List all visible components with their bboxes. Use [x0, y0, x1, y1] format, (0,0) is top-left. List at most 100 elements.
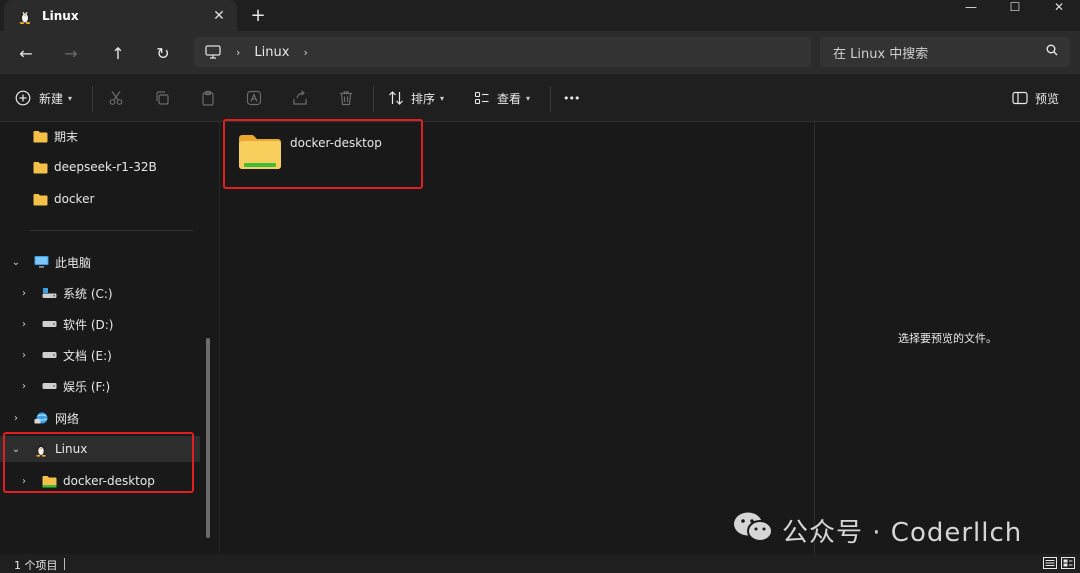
watermark: 公众号 · Coderllch [732, 510, 1022, 550]
preview-pane-icon [1011, 89, 1029, 107]
preview-pane: 选择要预览的文件。 [815, 122, 1080, 554]
back-button[interactable]: ← [12, 39, 40, 67]
preview-label: 预览 [1035, 91, 1060, 106]
new-button[interactable]: 新建 ▾ [14, 84, 72, 112]
chevron-right-icon[interactable]: › [17, 381, 31, 392]
chevron-right-icon[interactable]: › [17, 350, 31, 361]
sidebar-item-label: 系统 (C:) [63, 286, 113, 301]
sidebar-item-docker[interactable]: docker [0, 186, 200, 212]
drive-icon [41, 347, 57, 363]
folder-icon [32, 191, 48, 207]
share-button[interactable] [291, 84, 309, 112]
share-icon [291, 89, 309, 107]
sidebar-item-label: 娱乐 (F:) [63, 379, 111, 394]
chevron-right-icon[interactable]: › [17, 476, 31, 487]
chevron-down-icon[interactable]: ⌄ [9, 444, 23, 455]
sidebar-item-label: Linux [55, 442, 88, 456]
system-drive-icon [41, 285, 57, 301]
status-divider [64, 558, 65, 570]
sidebar-scrollbar[interactable] [206, 338, 210, 538]
plus-circle-icon [14, 89, 32, 107]
new-tab-button[interactable]: + [246, 3, 270, 27]
preview-pane-button[interactable]: 预览 [1011, 84, 1059, 112]
minimize-button[interactable]: — [956, 0, 986, 14]
tab-title: Linux [42, 8, 79, 23]
maximize-button[interactable]: ☐ [1000, 0, 1030, 14]
toolbar-divider [373, 86, 374, 112]
list-item[interactable]: docker-desktop [234, 128, 394, 184]
tab-linux[interactable]: Linux ✕ [4, 0, 237, 31]
wechat-icon [732, 510, 774, 551]
chevron-right-icon[interactable]: › [9, 413, 23, 424]
sidebar-item-network[interactable]: › 网络 [0, 405, 200, 431]
item-count: 1 个项目 [14, 559, 58, 572]
chevron-down-icon: ▾ [526, 93, 531, 103]
rename-icon [245, 89, 263, 107]
sidebar-item-label: 软件 (D:) [63, 317, 114, 332]
chevron-right-icon[interactable]: › [17, 288, 31, 299]
sidebar-item-label: deepseek-r1-32B [54, 160, 157, 174]
sidebar-item-label: 网络 [55, 411, 80, 426]
clipboard-icon [199, 89, 217, 107]
chevron-down-icon: ▾ [440, 93, 445, 103]
sort-icon [387, 89, 405, 107]
close-window-button[interactable]: ✕ [1044, 0, 1074, 14]
new-label: 新建 [39, 91, 64, 106]
cut-button[interactable] [107, 84, 125, 112]
drive-icon [41, 316, 57, 332]
folder-icon [32, 159, 48, 175]
chevron-right-icon[interactable]: › [303, 46, 307, 59]
sidebar-item-label: 文档 (E:) [63, 348, 112, 363]
forward-button[interactable]: → [57, 39, 85, 67]
tiles-view-icon[interactable] [1060, 556, 1076, 570]
network-icon [33, 410, 49, 426]
sort-label: 排序 [411, 91, 436, 106]
file-name: docker-desktop [290, 136, 382, 150]
refresh-button[interactable]: ↻ [149, 39, 177, 67]
chevron-right-icon[interactable]: › [236, 46, 240, 59]
search-placeholder: 在 Linux 中搜索 [833, 46, 929, 62]
file-list: docker-desktop [220, 122, 814, 554]
sidebar-item-drive-e[interactable]: › 文档 (E:) [0, 342, 200, 368]
sidebar-item-drive-d[interactable]: › 软件 (D:) [0, 311, 200, 337]
paste-button[interactable] [199, 84, 217, 112]
address-bar[interactable]: › Linux › [194, 37, 811, 67]
copy-icon [153, 89, 171, 107]
toolbar-divider [92, 86, 93, 112]
folder-icon [32, 128, 48, 144]
sidebar-item-docker-desktop[interactable]: › docker-desktop [0, 468, 200, 494]
status-bar: 1 个项目 [0, 554, 1080, 573]
sidebar-item-qimo[interactable]: 期末 [0, 123, 200, 149]
folder-icon [41, 473, 57, 489]
sidebar-item-drive-c[interactable]: › 系统 (C:) [0, 280, 200, 306]
preview-empty-message: 选择要预览的文件。 [898, 332, 997, 345]
close-tab-icon[interactable]: ✕ [207, 4, 231, 28]
sidebar-item-label: docker [54, 192, 95, 206]
chevron-down-icon: ▾ [68, 93, 73, 103]
sidebar-item-drive-f[interactable]: › 娱乐 (F:) [0, 373, 200, 399]
sidebar-item-label: 期末 [54, 129, 79, 144]
view-button[interactable]: 查看 ▾ [473, 84, 530, 112]
sidebar-item-deepseek[interactable]: deepseek-r1-32B [0, 154, 200, 180]
breadcrumb-linux[interactable]: Linux [254, 45, 289, 60]
rename-button[interactable] [245, 84, 263, 112]
search-icon [1046, 44, 1058, 60]
navigation-pane: 期末 deepseek-r1-32B docker ⌄ 此电脑 › 系统 (C:… [0, 122, 214, 554]
up-button[interactable]: ↑ [104, 39, 132, 67]
command-bar: 新建 ▾ 排序 ▾ 查看 ▾ ••• 预览 [0, 74, 1080, 122]
search-input[interactable]: 在 Linux 中搜索 [820, 37, 1070, 67]
sidebar-item-label: docker-desktop [63, 474, 155, 488]
chevron-down-icon[interactable]: ⌄ [9, 257, 23, 268]
toolbar-divider [550, 86, 551, 112]
details-view-icon[interactable] [1042, 556, 1058, 570]
sort-button[interactable]: 排序 ▾ [387, 84, 444, 112]
chevron-right-icon[interactable]: › [17, 319, 31, 330]
navigation-bar: ← → ↑ ↻ › Linux › 在 Linux 中搜索 [0, 31, 1080, 74]
sidebar-item-linux[interactable]: ⌄ Linux [0, 436, 200, 462]
more-options-button[interactable]: ••• [563, 84, 580, 112]
delete-button[interactable] [337, 84, 355, 112]
drive-icon [41, 378, 57, 394]
sidebar-item-this-pc[interactable]: ⌄ 此电脑 [0, 249, 200, 275]
copy-button[interactable] [153, 84, 171, 112]
view-list-icon [473, 89, 491, 107]
